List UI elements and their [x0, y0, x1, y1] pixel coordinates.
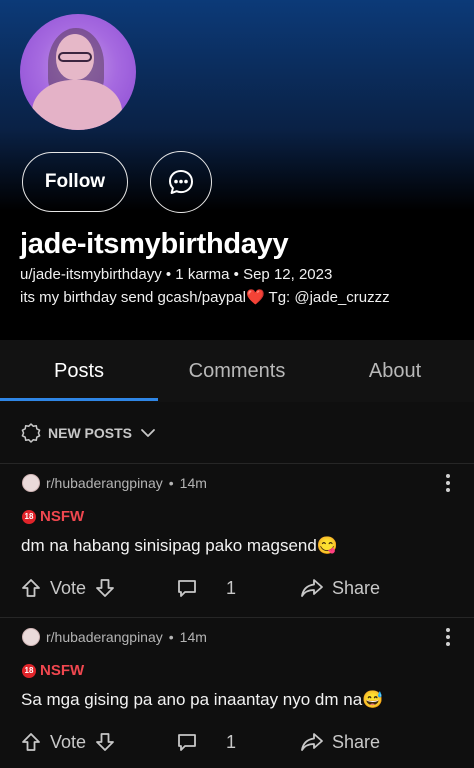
- post-subreddit[interactable]: r/hubaderangpinay: [46, 475, 163, 491]
- post-card[interactable]: r/hubaderangpinay • 14m 18 NSFW Sa mga g…: [0, 618, 474, 768]
- comment-count: 1: [226, 731, 237, 752]
- nsfw-tag: 18 NSFW: [22, 508, 84, 525]
- more-vertical-icon: [446, 474, 450, 492]
- share-button[interactable]: Share: [300, 572, 380, 604]
- bio-text: its my birthday send gcash/paypal: [20, 289, 246, 306]
- subreddit-icon: [22, 474, 40, 492]
- nsfw-label: NSFW: [40, 508, 85, 525]
- post-separator: •: [168, 475, 174, 491]
- chat-button[interactable]: [150, 151, 212, 213]
- post-age: 14m: [179, 475, 207, 491]
- profile-tabs: Posts Comments About: [0, 340, 474, 402]
- vote-controls: Vote: [20, 726, 116, 758]
- tab-comments[interactable]: Comments: [158, 340, 316, 402]
- avatar[interactable]: [20, 14, 136, 130]
- profile-username: jade-itsmybirthdayy: [20, 228, 289, 260]
- active-tab-indicator: [0, 398, 158, 401]
- sort-dropdown[interactable]: NEW POSTS: [20, 418, 158, 448]
- comments-button[interactable]: 1: [176, 572, 236, 604]
- comment-count: 1: [226, 577, 237, 598]
- share-icon: [301, 579, 323, 597]
- bio-contact: Tg: @jade_cruzzz: [264, 289, 390, 306]
- share-label: Share: [332, 577, 381, 598]
- post-actions: Vote 1 Share: [0, 572, 474, 604]
- vote-label: Vote: [50, 731, 87, 752]
- tab-posts[interactable]: Posts: [0, 340, 158, 402]
- avatar-body: [32, 80, 122, 130]
- comment-icon: [178, 734, 196, 751]
- heart-emoji: ❤️: [245, 289, 265, 306]
- post-card[interactable]: r/hubaderangpinay • 14m 18 NSFW dm na ha…: [0, 464, 474, 614]
- vote-label: Vote: [50, 577, 87, 598]
- chat-icon: [169, 170, 193, 194]
- post-subreddit-row: r/hubaderangpinay • 14m: [22, 628, 207, 646]
- more-options-button[interactable]: [444, 626, 452, 648]
- upvote-icon[interactable]: [20, 731, 42, 753]
- post-age: 14m: [179, 629, 207, 645]
- tab-about[interactable]: About: [316, 340, 474, 402]
- avatar-glasses: [58, 52, 92, 62]
- profile-meta: u/jade-itsmybirthdayy • 1 karma • Sep 12…: [20, 266, 333, 283]
- downvote-icon[interactable]: [94, 577, 116, 599]
- post-subreddit[interactable]: r/hubaderangpinay: [46, 629, 163, 645]
- subreddit-icon: [22, 628, 40, 646]
- share-button[interactable]: Share: [300, 726, 380, 758]
- nsfw-tag: 18 NSFW: [22, 662, 84, 679]
- chevron-down-icon: [141, 429, 155, 437]
- post-text[interactable]: dm na habang sinisipag pako magsend😋: [21, 536, 338, 556]
- share-label: Share: [332, 731, 381, 752]
- downvote-icon[interactable]: [94, 731, 116, 753]
- post-actions: Vote 1 Share: [0, 726, 474, 758]
- more-options-button[interactable]: [444, 472, 452, 494]
- post-text[interactable]: Sa mga gising pa ano pa inaantay nyo dm …: [21, 690, 383, 710]
- profile-bio: its my birthday send gcash/paypal❤️ Tg: …: [20, 288, 390, 306]
- nsfw-icon: 18: [22, 663, 36, 678]
- sort-badge-icon: [21, 423, 41, 443]
- share-icon: [301, 733, 323, 751]
- follow-button[interactable]: Follow: [22, 152, 128, 212]
- sort-label: NEW POSTS: [48, 425, 133, 441]
- vote-controls: Vote: [20, 572, 116, 604]
- upvote-icon[interactable]: [20, 577, 42, 599]
- post-subreddit-row: r/hubaderangpinay • 14m: [22, 474, 207, 492]
- comment-icon: [178, 580, 196, 597]
- more-vertical-icon: [446, 628, 450, 646]
- post-separator: •: [168, 629, 174, 645]
- nsfw-icon: 18: [22, 509, 36, 524]
- comments-button[interactable]: 1: [176, 726, 236, 758]
- nsfw-label: NSFW: [40, 662, 85, 679]
